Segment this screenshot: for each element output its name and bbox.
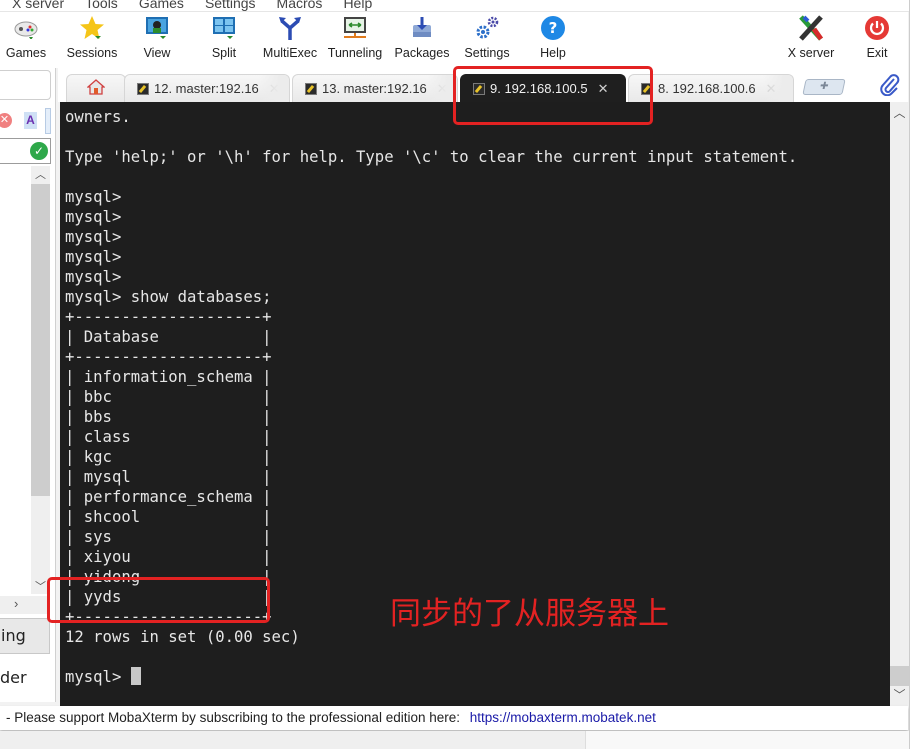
- menu-help[interactable]: Help: [331, 0, 381, 11]
- settings-button[interactable]: Settings: [460, 12, 514, 68]
- gamepad-icon: [12, 14, 40, 42]
- terminal-line: | bbc |: [65, 388, 272, 406]
- scroll-right-icon[interactable]: ›: [14, 596, 18, 611]
- menu-macros[interactable]: Macros: [265, 0, 332, 11]
- fork-arrow-icon: [276, 14, 304, 42]
- terminal-line: mysql>: [65, 188, 122, 206]
- sidebar-vertical-scrollbar[interactable]: ︿ ﹀: [31, 166, 50, 594]
- terminal-line: | bbs |: [65, 408, 272, 426]
- svg-text:?: ?: [549, 19, 558, 37]
- terminal-line: | kgc |: [65, 448, 272, 466]
- package-download-icon: [408, 14, 436, 42]
- help-button[interactable]: ? Help: [532, 12, 574, 68]
- view-button[interactable]: View: [136, 12, 178, 68]
- terminal-line: mysql>: [65, 248, 122, 266]
- packages-button[interactable]: Packages: [394, 12, 450, 68]
- font-icon[interactable]: A: [24, 112, 37, 129]
- terminal-line: owners.: [65, 108, 131, 126]
- mobaxterm-window: X server Tools Games Settings Macros Hel…: [0, 0, 919, 749]
- key-icon: [305, 82, 317, 95]
- star-icon: [78, 14, 106, 42]
- background-area: [0, 731, 585, 749]
- sidebar-horizontal-scrollbar[interactable]: ›: [0, 596, 50, 614]
- plus-icon: ✚: [818, 81, 830, 92]
- terminal-line: mysql>: [65, 667, 797, 687]
- split-screen-icon: [210, 14, 238, 42]
- attach-icon[interactable]: [880, 74, 900, 97]
- terminal-cursor: [130, 667, 141, 685]
- question-circle-icon: ?: [539, 14, 567, 42]
- x-server-button[interactable]: X server: [784, 12, 838, 68]
- games-button[interactable]: Games: [4, 12, 48, 68]
- toolbar: Games Sessions View Split MultiExec Tunn…: [0, 12, 908, 68]
- terminal-line: | xiyou |: [65, 548, 272, 566]
- new-tab-button[interactable]: ✚: [802, 79, 846, 95]
- terminal-line: +--------------------+: [65, 348, 272, 366]
- sidebar-filter-input[interactable]: ✓: [0, 138, 51, 164]
- terminal-line: | Database |: [65, 328, 272, 346]
- terminal-line: mysql> show databases;: [65, 288, 272, 306]
- mobatek-link[interactable]: https://mobaxterm.mobatek.net: [470, 710, 656, 725]
- sidebar-panel-edge: [45, 108, 51, 134]
- clear-icon[interactable]: ✕: [0, 113, 12, 128]
- scroll-down-icon[interactable]: ﹀: [890, 686, 909, 704]
- tunneling-button[interactable]: Tunneling: [326, 12, 384, 68]
- terminal-line: | mysql |: [65, 468, 272, 486]
- exit-button[interactable]: Exit: [860, 12, 894, 68]
- terminal-line: | shcool |: [65, 508, 272, 526]
- terminal-line: | sys |: [65, 528, 272, 546]
- key-icon: [137, 82, 149, 95]
- menu-x-server[interactable]: X server: [0, 0, 73, 11]
- check-icon: ✓: [30, 142, 48, 160]
- status-message: - Please support MobaXterm by subscribin…: [6, 710, 464, 725]
- x-server-icon: [797, 14, 825, 42]
- terminal-line: | information_schema |: [65, 368, 272, 386]
- terminal-line: | performance_schema |: [65, 488, 272, 506]
- terminal-line: mysql>: [65, 268, 122, 286]
- sidebar-tab-tunneling[interactable]: ing: [0, 618, 50, 654]
- status-bar: - Please support MobaXterm by subscribin…: [0, 706, 908, 730]
- background-window-edge: [909, 0, 919, 749]
- sidebar-tools: ✕ A: [0, 108, 54, 134]
- terminal-line: Type 'help;' or '\h' for help. Type '\c'…: [65, 148, 798, 166]
- scroll-up-icon[interactable]: ︿: [890, 104, 909, 122]
- terminal-scroll-thumb[interactable]: [890, 666, 909, 686]
- gears-icon: [473, 14, 501, 42]
- highlight-box-active-tab: [453, 66, 653, 125]
- session-tab-12[interactable]: 12. master:192.16 ✕: [124, 74, 290, 102]
- terminal-line: +--------------------+: [65, 308, 272, 326]
- sidebar-tab-folder[interactable]: der: [0, 662, 50, 692]
- home-tab[interactable]: [66, 74, 126, 102]
- terminal-line: mysql>: [65, 208, 122, 226]
- sessions-button[interactable]: Sessions: [64, 12, 120, 68]
- menu-tools[interactable]: Tools: [73, 0, 127, 11]
- background-window: [585, 731, 919, 749]
- multiexec-button[interactable]: MultiExec: [262, 12, 318, 68]
- menu-bar: X server Tools Games Settings Macros Hel…: [0, 0, 919, 12]
- monitor-user-icon: [143, 14, 171, 42]
- terminal-line: | class |: [65, 428, 272, 446]
- power-icon: [863, 14, 891, 42]
- split-button[interactable]: Split: [204, 12, 244, 68]
- sidebar-search-input[interactable]: [0, 70, 51, 100]
- terminal-scrollbar[interactable]: ︿ ﹀: [890, 102, 909, 706]
- menu-games[interactable]: Games: [127, 0, 193, 11]
- tunnel-monitor-icon: [341, 14, 369, 42]
- scroll-up-icon[interactable]: ︿: [31, 166, 50, 182]
- home-icon: [86, 79, 106, 98]
- terminal-line: mysql>: [65, 228, 122, 246]
- sidebar-scroll-thumb[interactable]: [31, 184, 50, 496]
- session-tab-13[interactable]: 13. master:192.16 ✕: [292, 74, 458, 102]
- menu-settings[interactable]: Settings: [193, 0, 265, 11]
- highlight-box-yyds-row: [47, 577, 270, 623]
- annotation-text: 同步的了从服务器上: [390, 596, 669, 632]
